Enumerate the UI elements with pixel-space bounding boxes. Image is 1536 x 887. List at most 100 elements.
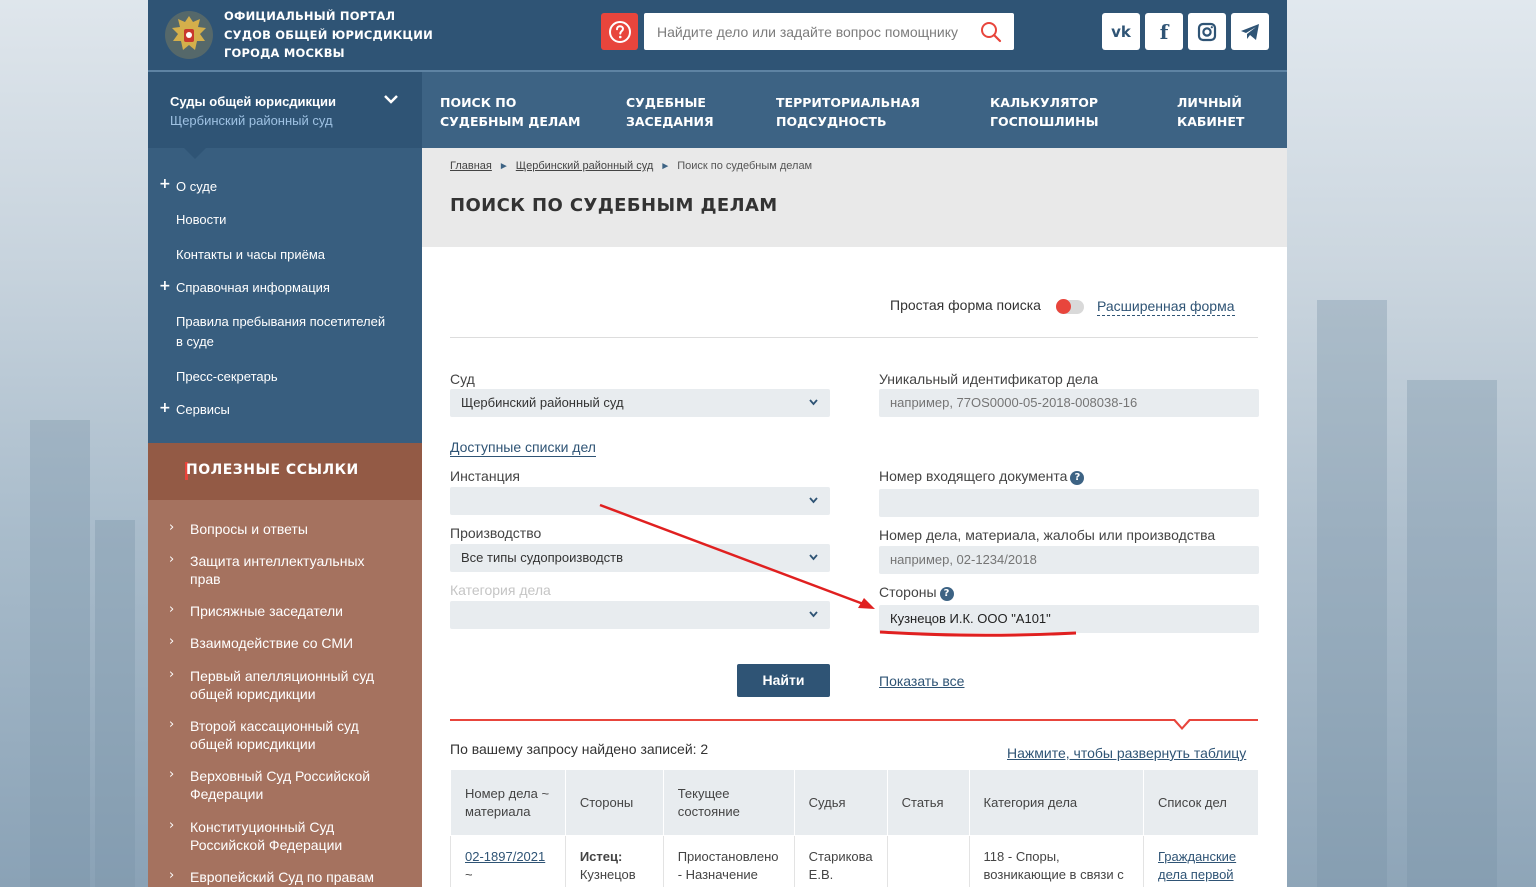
useful-link-faq[interactable]: Вопросы и ответы: [190, 520, 390, 538]
col-parties: Стороны: [564, 769, 664, 836]
chevron-right-icon: ›: [169, 767, 175, 782]
useful-link-cassation-court[interactable]: Второй кассационный суд общей юрисдикции: [190, 717, 390, 753]
useful-link-jurors[interactable]: Присяжные заседатели: [190, 602, 390, 620]
court-label: Суд: [450, 371, 475, 387]
chevron-right-icon: ›: [169, 667, 175, 682]
sidebar-item-visitor-rules[interactable]: Правила пребывания посетителей в суде: [176, 312, 385, 352]
cell-line: Гражданские: [1158, 849, 1237, 864]
nav-personal-account[interactable]: ЛИЧНЫЙ КАБИНЕТ: [1177, 93, 1244, 131]
facebook-button[interactable]: f: [1145, 13, 1183, 50]
breadcrumb-court[interactable]: Щербинский районный суд: [516, 160, 654, 172]
portal-title-line-1: ОФИЦИАЛЬНЫЙ ПОРТАЛ: [224, 9, 396, 23]
useful-link-echr[interactable]: Европейский Суд по правам: [190, 868, 390, 886]
instance-label: Инстанция: [450, 468, 520, 484]
useful-link-appeal-court[interactable]: Первый апелляционный суд общей юрисдикци…: [190, 667, 390, 703]
coat-of-arms-logo[interactable]: [162, 8, 216, 62]
useful-link-ip[interactable]: Защита интеллектуальных прав: [190, 552, 390, 588]
col-state: Текущее состояние: [662, 769, 795, 836]
proceeding-select[interactable]: Все типы судопроизводств: [450, 544, 830, 572]
link-line: Федерации: [190, 786, 264, 802]
court-select-value: Щербинский районный суд: [461, 395, 624, 410]
col-case-number[interactable]: Номер дела ~ материала: [450, 769, 566, 836]
plus-icon[interactable]: +: [159, 176, 171, 192]
help-icon[interactable]: ?: [1070, 471, 1085, 485]
col-label: состояние: [677, 803, 740, 819]
sidebar-item-label: в суде: [176, 334, 214, 349]
case-suffix: ~: [465, 867, 473, 882]
chevron-right-icon: ›: [169, 520, 175, 535]
useful-links-header: ПОЛЕЗНЫЕ ССЫЛКИ: [148, 443, 422, 500]
results-divider-notch-inner: [1175, 719, 1189, 727]
chevron-right-icon: ►: [660, 161, 671, 172]
useful-link-media[interactable]: Взаимодействие со СМИ: [190, 634, 390, 652]
nav-court-sessions[interactable]: СУДЕБНЫЕ ЗАСЕДАНИЯ: [626, 93, 714, 131]
chevron-right-icon: ›: [169, 634, 175, 649]
link-line: Конституционный Суд: [190, 819, 335, 835]
cell-line: возникающие в связи с: [983, 867, 1124, 882]
case-number-link[interactable]: 02-1897/2021: [465, 849, 545, 864]
instagram-button[interactable]: [1188, 13, 1226, 50]
show-all-link[interactable]: Показать все: [879, 673, 964, 689]
proceeding-label: Производство: [450, 525, 542, 541]
case-number-label: Номер дела, материала, жалобы или произв…: [879, 527, 1216, 543]
cell-line: 118 - Споры,: [983, 849, 1060, 864]
link-line: общей юрисдикции: [190, 686, 316, 702]
vk-button[interactable]: vk: [1102, 13, 1140, 50]
case-list-link[interactable]: Гражданские дела первой: [1158, 848, 1245, 884]
find-button[interactable]: Найти: [737, 664, 830, 697]
breadcrumb-home[interactable]: Главная: [450, 160, 492, 172]
nav-case-search[interactable]: ПОИСК ПО СУДЕБНЫМ ДЕЛАМ: [440, 93, 580, 131]
cell-line: Истец:: [579, 849, 623, 864]
sidebar-item-news[interactable]: Новости: [176, 210, 226, 230]
sidebar: + О суде Новости Контакты и часы приёма …: [148, 147, 422, 443]
nav-item-line: ЗАСЕДАНИЯ: [626, 114, 714, 129]
cell-case-list: Гражданские дела первой: [1143, 835, 1259, 887]
category-select[interactable]: [450, 601, 830, 629]
table-row: 02-1897/2021 ~ Истец: Кузнецов Приостановл…: [450, 835, 1259, 887]
parties-label: Стороны?: [879, 584, 954, 601]
portal-title[interactable]: ОФИЦИАЛЬНЫЙ ПОРТАЛ СУДОВ ОБЩЕЙ ЮРИСДИКЦИ…: [224, 7, 433, 63]
plus-icon[interactable]: +: [159, 400, 171, 416]
link-line: Российской Федерации: [190, 837, 343, 853]
uid-label: Уникальный идентификатор дела: [879, 371, 1099, 387]
chevron-down-icon: [384, 95, 398, 104]
sidebar-item-press[interactable]: Пресс-секретарь: [176, 367, 278, 387]
available-lists-link[interactable]: Доступные списки дел: [450, 439, 596, 457]
sidebar-item-contacts[interactable]: Контакты и часы приёма: [176, 245, 325, 265]
parties-input[interactable]: [879, 605, 1259, 633]
advanced-form-link[interactable]: Расширенная форма: [1097, 297, 1235, 316]
plus-icon[interactable]: +: [159, 278, 171, 294]
nav-item-line: СУДЕБНЫЕ: [626, 95, 706, 110]
form-mode-toggle[interactable]: [1056, 299, 1084, 314]
breadcrumb: Главная ► Щербинский районный суд ► Поиск по…: [450, 160, 812, 172]
expand-table-link[interactable]: Нажмите, чтобы развернуть таблицу: [1007, 745, 1246, 761]
uid-input[interactable]: [879, 389, 1259, 417]
telegram-button[interactable]: [1231, 13, 1269, 50]
facebook-icon: f: [1159, 19, 1169, 44]
useful-link-supreme-court[interactable]: Верховный Суд Российской Федерации: [190, 767, 390, 803]
search-icon[interactable]: [980, 21, 1002, 43]
nav-fee-calculator[interactable]: КАЛЬКУЛЯТОР ГОСПОШЛИНЫ: [990, 93, 1099, 131]
sidebar-item-services[interactable]: Сервисы: [176, 400, 230, 420]
link-line: прав: [190, 571, 221, 587]
results-divider: [450, 719, 1258, 721]
court-selector-value: Щербинский районный суд: [170, 113, 333, 128]
nav-territorial-jurisdiction[interactable]: ТЕРРИТОРИАЛЬНАЯ ПОДСУДНОСТЬ: [776, 93, 920, 131]
instance-select[interactable]: [450, 487, 830, 515]
cell-judge: Старикова Е.В.: [793, 835, 888, 887]
incoming-doc-input[interactable]: [879, 489, 1259, 517]
page-title: ПОИСК ПО СУДЕБНЫМ ДЕЛАМ: [450, 195, 778, 216]
court-select[interactable]: Щербинский районный суд: [450, 389, 830, 417]
search-input[interactable]: [644, 13, 974, 50]
sidebar-item-reference[interactable]: Справочная информация: [176, 278, 330, 298]
cell-line: Кузнецов: [579, 867, 636, 882]
sidebar-item-about[interactable]: О суде: [176, 177, 217, 197]
nav-item-line: ПОИСК ПО: [440, 95, 517, 110]
useful-link-constitutional-court[interactable]: Конституционный Суд Российской Федерации: [190, 818, 390, 854]
help-assistant-button[interactable]: [601, 13, 638, 50]
court-selector[interactable]: Суды общей юрисдикции Щербинский районны…: [148, 72, 422, 148]
help-icon[interactable]: ?: [939, 587, 954, 601]
nav-item-line: ТЕРРИТОРИАЛЬНАЯ: [776, 95, 920, 110]
case-number-input[interactable]: [879, 546, 1259, 574]
chevron-down-icon: [809, 611, 818, 618]
